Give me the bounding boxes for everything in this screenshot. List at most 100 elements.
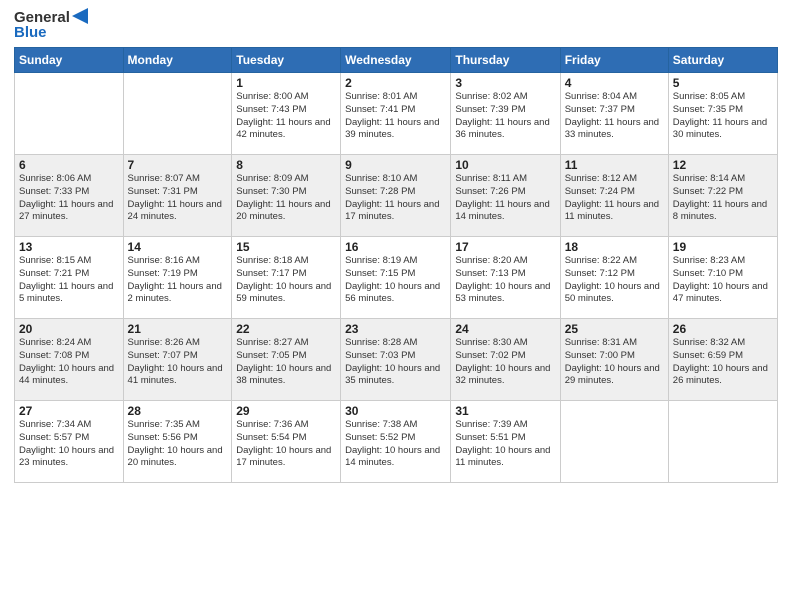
day-number: 14 (128, 240, 228, 254)
day-detail: Sunrise: 8:02 AMSunset: 7:39 PMDaylight:… (455, 91, 555, 142)
calendar-cell: 21Sunrise: 8:26 AMSunset: 7:07 PMDayligh… (123, 319, 232, 401)
weekday-header-row: SundayMondayTuesdayWednesdayThursdayFrid… (15, 48, 778, 73)
day-number: 26 (673, 322, 773, 336)
day-number: 2 (345, 76, 446, 90)
day-detail: Sunrise: 7:34 AMSunset: 5:57 PMDaylight:… (19, 419, 119, 470)
day-number: 11 (565, 158, 664, 172)
day-number: 22 (236, 322, 336, 336)
day-detail: Sunrise: 8:26 AMSunset: 7:07 PMDaylight:… (128, 337, 228, 388)
weekday-friday: Friday (560, 48, 668, 73)
day-number: 9 (345, 158, 446, 172)
logo-container: General Blue (14, 10, 88, 41)
day-number: 12 (673, 158, 773, 172)
day-number: 20 (19, 322, 119, 336)
calendar-cell: 29Sunrise: 7:36 AMSunset: 5:54 PMDayligh… (232, 401, 341, 483)
day-number: 8 (236, 158, 336, 172)
day-number: 15 (236, 240, 336, 254)
calendar-cell: 15Sunrise: 8:18 AMSunset: 7:17 PMDayligh… (232, 237, 341, 319)
day-detail: Sunrise: 8:32 AMSunset: 6:59 PMDaylight:… (673, 337, 773, 388)
day-number: 24 (455, 322, 555, 336)
calendar-cell: 22Sunrise: 8:27 AMSunset: 7:05 PMDayligh… (232, 319, 341, 401)
day-number: 13 (19, 240, 119, 254)
day-number: 19 (673, 240, 773, 254)
calendar-cell: 11Sunrise: 8:12 AMSunset: 7:24 PMDayligh… (560, 155, 668, 237)
day-number: 10 (455, 158, 555, 172)
day-number: 17 (455, 240, 555, 254)
day-detail: Sunrise: 8:12 AMSunset: 7:24 PMDaylight:… (565, 173, 664, 224)
day-detail: Sunrise: 8:23 AMSunset: 7:10 PMDaylight:… (673, 255, 773, 306)
day-number: 30 (345, 404, 446, 418)
day-detail: Sunrise: 8:15 AMSunset: 7:21 PMDaylight:… (19, 255, 119, 306)
weekday-monday: Monday (123, 48, 232, 73)
day-detail: Sunrise: 7:35 AMSunset: 5:56 PMDaylight:… (128, 419, 228, 470)
day-number: 27 (19, 404, 119, 418)
calendar-cell: 16Sunrise: 8:19 AMSunset: 7:15 PMDayligh… (341, 237, 451, 319)
day-detail: Sunrise: 7:38 AMSunset: 5:52 PMDaylight:… (345, 419, 446, 470)
calendar-cell: 24Sunrise: 8:30 AMSunset: 7:02 PMDayligh… (451, 319, 560, 401)
day-detail: Sunrise: 8:00 AMSunset: 7:43 PMDaylight:… (236, 91, 336, 142)
day-detail: Sunrise: 8:27 AMSunset: 7:05 PMDaylight:… (236, 337, 336, 388)
calendar-week-4: 20Sunrise: 8:24 AMSunset: 7:08 PMDayligh… (15, 319, 778, 401)
calendar-table: SundayMondayTuesdayWednesdayThursdayFrid… (14, 47, 778, 483)
day-number: 28 (128, 404, 228, 418)
calendar-week-2: 6Sunrise: 8:06 AMSunset: 7:33 PMDaylight… (15, 155, 778, 237)
day-detail: Sunrise: 8:31 AMSunset: 7:00 PMDaylight:… (565, 337, 664, 388)
logo-arrow-icon (72, 8, 88, 24)
day-number: 25 (565, 322, 664, 336)
calendar-cell (15, 73, 124, 155)
day-number: 31 (455, 404, 555, 418)
calendar-week-5: 27Sunrise: 7:34 AMSunset: 5:57 PMDayligh… (15, 401, 778, 483)
calendar-cell: 25Sunrise: 8:31 AMSunset: 7:00 PMDayligh… (560, 319, 668, 401)
day-detail: Sunrise: 8:16 AMSunset: 7:19 PMDaylight:… (128, 255, 228, 306)
day-detail: Sunrise: 8:04 AMSunset: 7:37 PMDaylight:… (565, 91, 664, 142)
day-detail: Sunrise: 8:09 AMSunset: 7:30 PMDaylight:… (236, 173, 336, 224)
calendar-week-3: 13Sunrise: 8:15 AMSunset: 7:21 PMDayligh… (15, 237, 778, 319)
day-number: 3 (455, 76, 555, 90)
day-detail: Sunrise: 8:24 AMSunset: 7:08 PMDaylight:… (19, 337, 119, 388)
calendar-cell: 20Sunrise: 8:24 AMSunset: 7:08 PMDayligh… (15, 319, 124, 401)
calendar-cell: 2Sunrise: 8:01 AMSunset: 7:41 PMDaylight… (341, 73, 451, 155)
day-detail: Sunrise: 8:30 AMSunset: 7:02 PMDaylight:… (455, 337, 555, 388)
page-header: General Blue (14, 10, 778, 41)
calendar-week-1: 1Sunrise: 8:00 AMSunset: 7:43 PMDaylight… (15, 73, 778, 155)
calendar-cell: 19Sunrise: 8:23 AMSunset: 7:10 PMDayligh… (668, 237, 777, 319)
logo: General Blue (14, 10, 88, 41)
day-number: 29 (236, 404, 336, 418)
day-detail: Sunrise: 8:07 AMSunset: 7:31 PMDaylight:… (128, 173, 228, 224)
calendar-cell: 5Sunrise: 8:05 AMSunset: 7:35 PMDaylight… (668, 73, 777, 155)
calendar-cell: 28Sunrise: 7:35 AMSunset: 5:56 PMDayligh… (123, 401, 232, 483)
calendar-cell: 27Sunrise: 7:34 AMSunset: 5:57 PMDayligh… (15, 401, 124, 483)
day-number: 21 (128, 322, 228, 336)
day-detail: Sunrise: 8:06 AMSunset: 7:33 PMDaylight:… (19, 173, 119, 224)
weekday-tuesday: Tuesday (232, 48, 341, 73)
calendar-body: 1Sunrise: 8:00 AMSunset: 7:43 PMDaylight… (15, 73, 778, 483)
weekday-saturday: Saturday (668, 48, 777, 73)
calendar-cell: 14Sunrise: 8:16 AMSunset: 7:19 PMDayligh… (123, 237, 232, 319)
calendar-cell: 23Sunrise: 8:28 AMSunset: 7:03 PMDayligh… (341, 319, 451, 401)
calendar-cell: 10Sunrise: 8:11 AMSunset: 7:26 PMDayligh… (451, 155, 560, 237)
calendar-cell: 4Sunrise: 8:04 AMSunset: 7:37 PMDaylight… (560, 73, 668, 155)
day-number: 16 (345, 240, 446, 254)
day-number: 4 (565, 76, 664, 90)
calendar-cell (123, 73, 232, 155)
calendar-cell: 18Sunrise: 8:22 AMSunset: 7:12 PMDayligh… (560, 237, 668, 319)
day-detail: Sunrise: 8:20 AMSunset: 7:13 PMDaylight:… (455, 255, 555, 306)
day-detail: Sunrise: 8:05 AMSunset: 7:35 PMDaylight:… (673, 91, 773, 142)
day-number: 6 (19, 158, 119, 172)
day-detail: Sunrise: 8:22 AMSunset: 7:12 PMDaylight:… (565, 255, 664, 306)
day-number: 23 (345, 322, 446, 336)
calendar-cell (560, 401, 668, 483)
weekday-wednesday: Wednesday (341, 48, 451, 73)
calendar-cell: 6Sunrise: 8:06 AMSunset: 7:33 PMDaylight… (15, 155, 124, 237)
day-number: 7 (128, 158, 228, 172)
calendar-cell: 30Sunrise: 7:38 AMSunset: 5:52 PMDayligh… (341, 401, 451, 483)
weekday-thursday: Thursday (451, 48, 560, 73)
logo-blue: Blue (14, 25, 88, 42)
day-detail: Sunrise: 7:39 AMSunset: 5:51 PMDaylight:… (455, 419, 555, 470)
day-number: 5 (673, 76, 773, 90)
day-detail: Sunrise: 8:11 AMSunset: 7:26 PMDaylight:… (455, 173, 555, 224)
weekday-sunday: Sunday (15, 48, 124, 73)
calendar-cell: 8Sunrise: 8:09 AMSunset: 7:30 PMDaylight… (232, 155, 341, 237)
day-detail: Sunrise: 7:36 AMSunset: 5:54 PMDaylight:… (236, 419, 336, 470)
calendar-cell: 26Sunrise: 8:32 AMSunset: 6:59 PMDayligh… (668, 319, 777, 401)
